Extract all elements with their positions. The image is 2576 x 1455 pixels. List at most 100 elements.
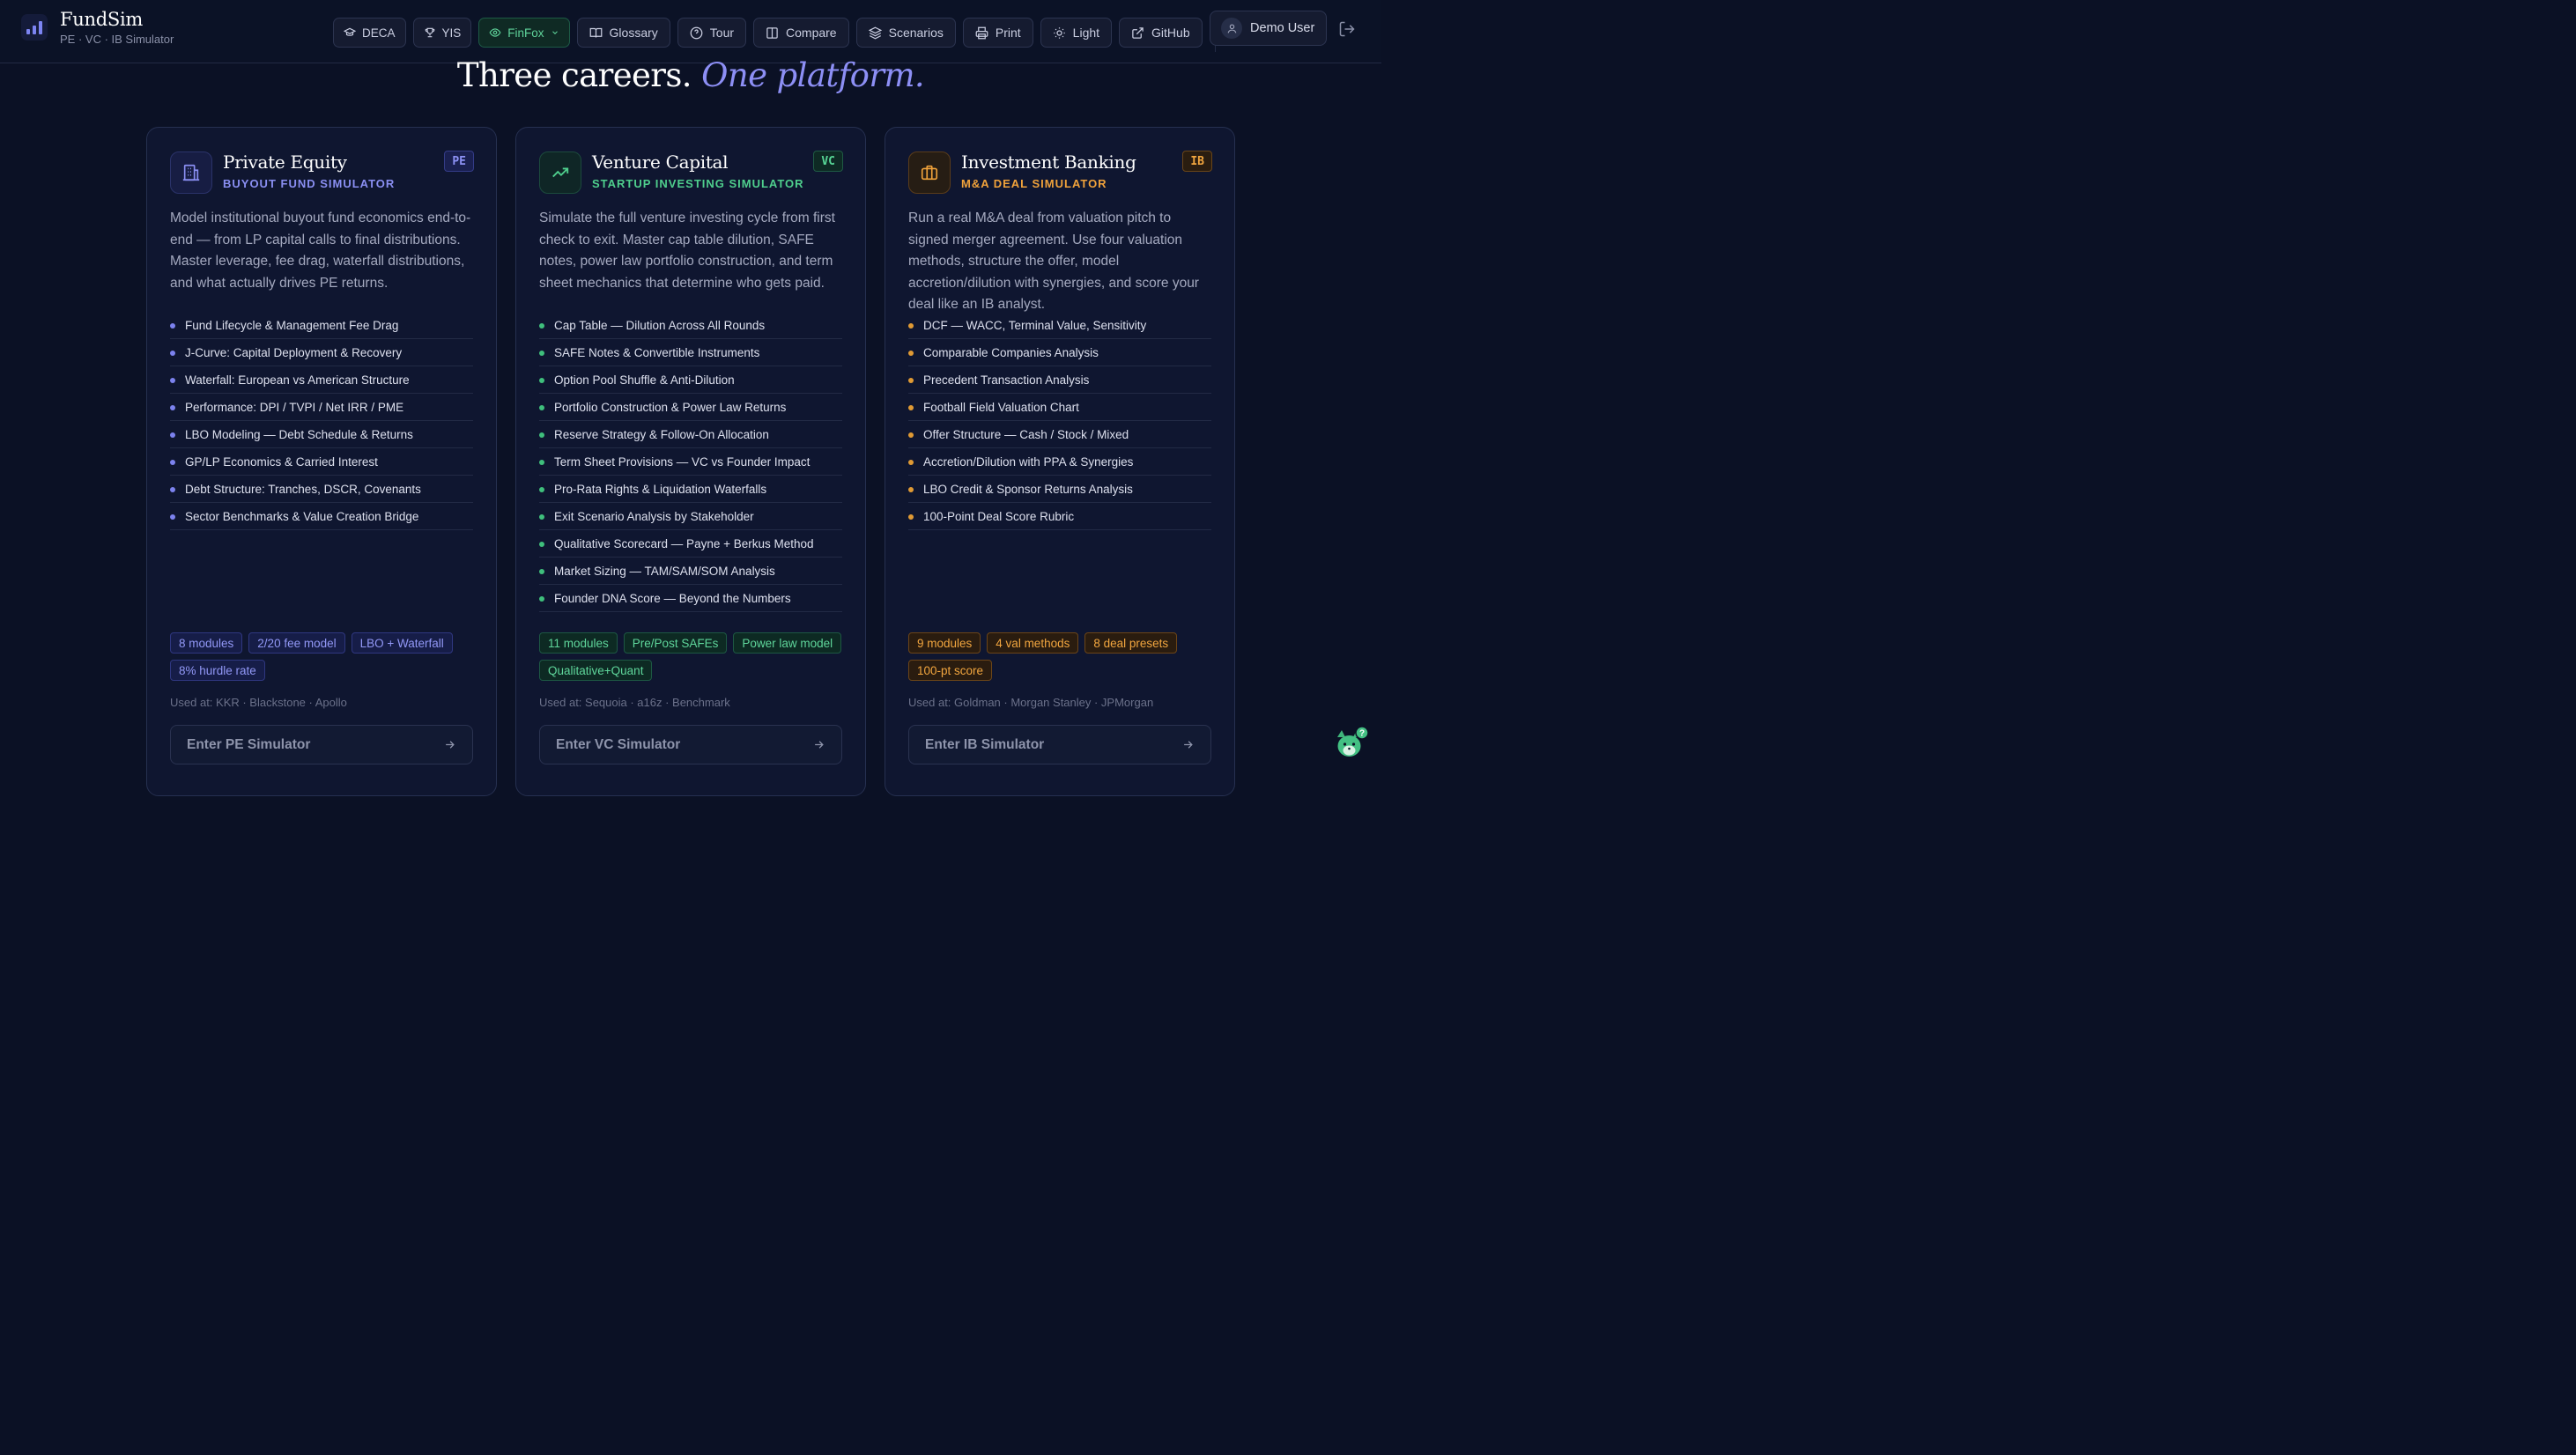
nav-scenarios-button[interactable]: Scenarios [855, 18, 956, 48]
venture-capital-card: Venture Capital STARTUP INVESTING SIMULA… [515, 127, 866, 796]
feature-item: Debt Structure: Tranches, DSCR, Covenant… [170, 476, 473, 503]
building-icon [170, 151, 212, 194]
nav-deca-label: DECA [362, 26, 396, 40]
feature-item: Fund Lifecycle & Management Fee Drag [170, 312, 473, 339]
columns-icon [766, 26, 778, 39]
feature-item: Pro-Rata Rights & Liquidation Waterfalls [539, 476, 842, 503]
chip: Power law model [733, 632, 842, 654]
chip: LBO + Waterfall [351, 632, 453, 654]
feature-item: J-Curve: Capital Deployment & Recovery [170, 339, 473, 366]
nav-tour-label: Tour [709, 26, 735, 40]
eye-icon [489, 28, 501, 37]
help-circle-icon [690, 26, 703, 39]
briefcase-icon [908, 151, 951, 194]
bar-chart-logo-icon [21, 14, 48, 41]
investment-banking-card: Investment Banking M&A DEAL SIMULATOR IB… [885, 127, 1235, 796]
nav-finfox-dropdown[interactable]: FinFox [478, 18, 570, 48]
feature-item: Qualitative Scorecard — Payne + Berkus M… [539, 530, 842, 558]
nav-deca-button[interactable]: DECA [333, 18, 406, 48]
feature-item: SAFE Notes & Convertible Instruments [539, 339, 842, 366]
chip: 8 deal presets [1084, 632, 1178, 654]
nav-glossary-label: Glossary [609, 26, 658, 40]
printer-icon [975, 26, 988, 39]
used-at-text: Used at: KKR · Blackstone · Apollo [170, 696, 347, 709]
chip-list: 11 modules Pre/Post SAFEs Power law mode… [539, 632, 848, 681]
feature-item: Performance: DPI / TVPI / Net IRR / PME [170, 394, 473, 421]
chip: Qualitative+Quant [539, 660, 653, 681]
enter-vc-simulator-button[interactable]: Enter VC Simulator [539, 725, 842, 764]
card-description: Simulate the full venture investing cycl… [539, 210, 835, 291]
brand-name: FundSim [60, 9, 143, 30]
enter-button-label: Enter PE Simulator [187, 736, 311, 752]
feature-item: Founder DNA Score — Beyond the Numbers [539, 585, 842, 612]
feature-list: DCF — WACC, Terminal Value, Sensitivity … [908, 312, 1211, 530]
chip: 8% hurdle rate [170, 660, 265, 681]
used-at-text: Used at: Sequoia · a16z · Benchmark [539, 696, 730, 709]
nav-github-link[interactable]: GitHub [1119, 18, 1203, 48]
nav-scenarios-label: Scenarios [888, 26, 944, 40]
external-link-icon [1132, 26, 1144, 39]
feature-item: GP/LP Economics & Carried Interest [170, 448, 473, 476]
feature-item: LBO Credit & Sponsor Returns Analysis [908, 476, 1211, 503]
user-menu-button[interactable]: Demo User [1210, 11, 1327, 46]
enter-pe-simulator-button[interactable]: Enter PE Simulator [170, 725, 473, 764]
card-badge: IB [1182, 151, 1212, 172]
arrow-right-icon [446, 741, 455, 749]
used-at-text: Used at: Goldman · Morgan Stanley · JPMo… [908, 696, 1154, 709]
feature-item: Portfolio Construction & Power Law Retur… [539, 394, 842, 421]
page-title: Three careers. One platform. [0, 56, 1381, 94]
sun-icon [1053, 26, 1065, 39]
user-name: Demo User [1250, 21, 1315, 35]
nav-print-button[interactable]: Print [962, 18, 1033, 48]
nav-compare-button[interactable]: Compare [753, 18, 849, 48]
chip: 2/20 fee model [248, 632, 345, 654]
nav-finfox-label: FinFox [507, 26, 544, 40]
brand-subtitle: PE · VC · IB Simulator [60, 33, 174, 46]
nav-yis-button[interactable]: YIS [412, 18, 472, 48]
feature-item: Football Field Valuation Chart [908, 394, 1211, 421]
feature-item: LBO Modeling — Debt Schedule & Returns [170, 421, 473, 448]
chip: 100-pt score [908, 660, 993, 681]
chip: Pre/Post SAFEs [623, 632, 728, 654]
hero-title-accent: One platform. [701, 56, 925, 94]
nav-yis-label: YIS [441, 26, 462, 40]
trophy-icon [425, 27, 434, 38]
chip: 11 modules [539, 632, 618, 654]
feature-item: Exit Scenario Analysis by Stakeholder [539, 503, 842, 530]
chevron-down-icon [551, 31, 558, 34]
logout-icon[interactable] [1338, 20, 1356, 38]
brand[interactable]: FundSim PE · VC · IB Simulator [21, 9, 174, 46]
feature-item: Sector Benchmarks & Value Creation Bridg… [170, 503, 473, 530]
feature-item: Market Sizing — TAM/SAM/SOM Analysis [539, 558, 842, 585]
feature-item: Precedent Transaction Analysis [908, 366, 1211, 394]
feature-item: Option Pool Shuffle & Anti-Dilution [539, 366, 842, 394]
trending-up-icon [539, 151, 581, 194]
card-title: Private Equity [223, 151, 347, 173]
nav-compare-label: Compare [786, 26, 837, 40]
feature-list: Cap Table — Dilution Across All Rounds S… [539, 312, 842, 612]
chip-list: 8 modules 2/20 fee model LBO + Waterfall… [170, 632, 478, 681]
enter-ib-simulator-button[interactable]: Enter IB Simulator [908, 725, 1211, 764]
card-badge: PE [444, 151, 474, 172]
arrow-right-icon [815, 741, 824, 749]
feature-item: Cap Table — Dilution Across All Rounds [539, 312, 842, 339]
chip: 4 val methods [987, 632, 1079, 654]
svg-text:?: ? [1359, 729, 1365, 739]
nav-buttons: DECA YIS FinFox Glossary Tour Compare Sc… [333, 13, 1221, 52]
nav-glossary-button[interactable]: Glossary [576, 18, 670, 48]
top-navigation-bar: FundSim PE · VC · IB Simulator DECA YIS … [0, 0, 1381, 63]
avatar [1221, 18, 1242, 39]
card-tagline: M&A DEAL SIMULATOR [961, 177, 1107, 190]
feature-item: Reserve Strategy & Follow-On Allocation [539, 421, 842, 448]
fox-helper-icon[interactable]: ? [1332, 725, 1369, 762]
card-title: Venture Capital [592, 151, 729, 173]
nav-light-theme-button[interactable]: Light [1040, 18, 1113, 48]
nav-tour-button[interactable]: Tour [677, 18, 747, 48]
chip: 9 modules [908, 632, 981, 654]
feature-item: Waterfall: European vs American Structur… [170, 366, 473, 394]
chip: 8 modules [170, 632, 243, 654]
hero-title-plain: Three careers. [456, 56, 692, 94]
book-icon [589, 27, 602, 38]
nav-github-label: GitHub [1151, 26, 1190, 40]
card-title: Investment Banking [961, 151, 1136, 173]
